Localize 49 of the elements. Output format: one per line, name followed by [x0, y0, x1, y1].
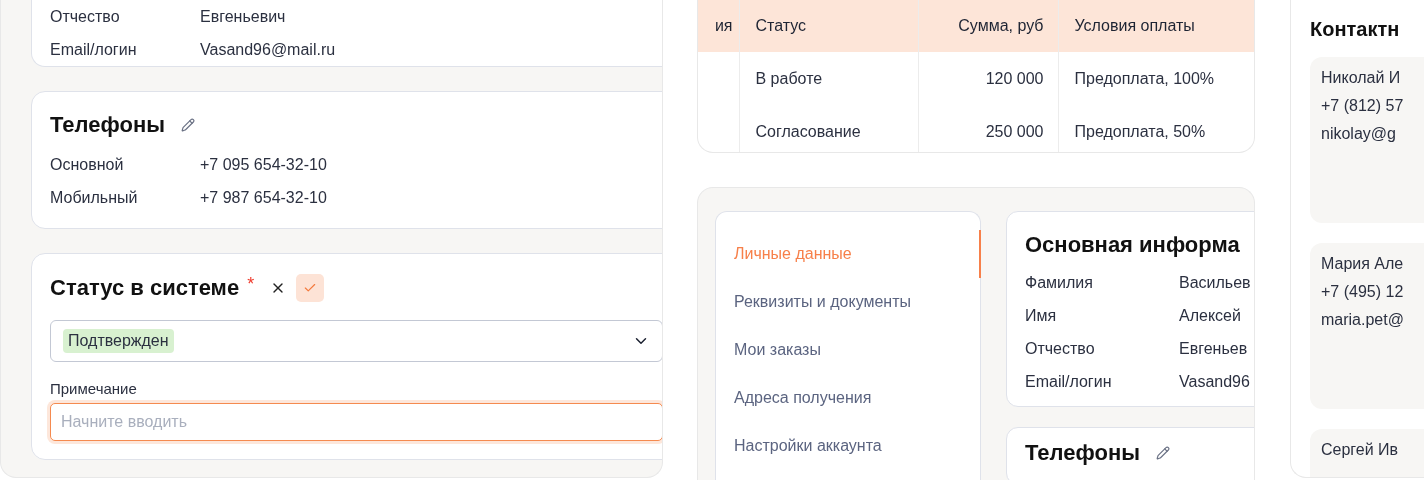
field-label: Email/логин [50, 40, 138, 59]
status-tag: Подтвержден [63, 329, 174, 353]
pencil-icon[interactable] [181, 118, 195, 132]
field-label: Мобильный [50, 188, 139, 207]
contact-email: maria.pet@ [1321, 311, 1405, 329]
card-title: Основная информа [1025, 232, 1241, 258]
sidebar-item[interactable]: Мои заказы [716, 326, 981, 374]
card-title: Телефоны [50, 112, 165, 138]
note-input-field[interactable]: Начните вводить [50, 403, 662, 441]
field-value: Vasand96 [1179, 372, 1250, 391]
field-value: +7 987 654-32-10 [200, 188, 327, 207]
check-icon [303, 281, 318, 295]
field-label: Отчество [50, 7, 121, 26]
contact-name: Николай И [1321, 69, 1402, 87]
field-label: Email/логин [1025, 372, 1113, 391]
contact-phone: +7 (495) 12 [1321, 283, 1405, 301]
contact-name: Сергей Ив [1321, 441, 1400, 459]
field-value: +7 095 654-32-10 [200, 155, 327, 174]
card-title: Телефоны [1025, 440, 1140, 466]
table-cell: Согласование [739, 105, 918, 152]
field-label: Имя [1025, 306, 1058, 325]
table-cell: В работе [739, 52, 918, 105]
column-header: Статус [739, 0, 918, 52]
sidebar-item[interactable]: Адреса получения [716, 374, 981, 422]
sidebar-item[interactable]: Настройки аккаунта [716, 422, 981, 470]
table-cell: 250 000 [918, 105, 1058, 152]
table-cell: Предоплата, 100% [1058, 52, 1254, 105]
panel-title: Контактн [1310, 18, 1401, 41]
column-header: ия [713, 17, 734, 35]
field-label: Примечание [50, 380, 138, 397]
field-value: Алексей [1179, 306, 1241, 325]
contact-name: Мария Але [1321, 255, 1405, 273]
required-mark: * [247, 274, 255, 295]
column-header: Сумма, руб [918, 0, 1058, 52]
field-value: Vasand96@mail.ru [200, 40, 336, 59]
sidebar-item[interactable]: Реквизиты и документы [716, 278, 981, 326]
field-label: Отчество [1025, 339, 1096, 358]
field-label: Фамилия [1025, 273, 1094, 292]
pencil-icon[interactable] [1156, 446, 1170, 460]
field-value: Евгеньев [1179, 339, 1248, 358]
table-cell: 120 000 [918, 52, 1058, 105]
contact-phone: +7 (812) 57 [1321, 97, 1405, 115]
field-label: Основной [50, 155, 125, 174]
column-header: Условия оплаты [1058, 0, 1254, 52]
field-value: Евгеньевич [200, 7, 286, 26]
table-cell: Предоплата, 50% [1058, 105, 1254, 152]
contact-email: nikolay@g [1321, 125, 1397, 143]
card-title: Статус в системе [50, 275, 240, 301]
field-value: Васильев [1179, 273, 1251, 292]
